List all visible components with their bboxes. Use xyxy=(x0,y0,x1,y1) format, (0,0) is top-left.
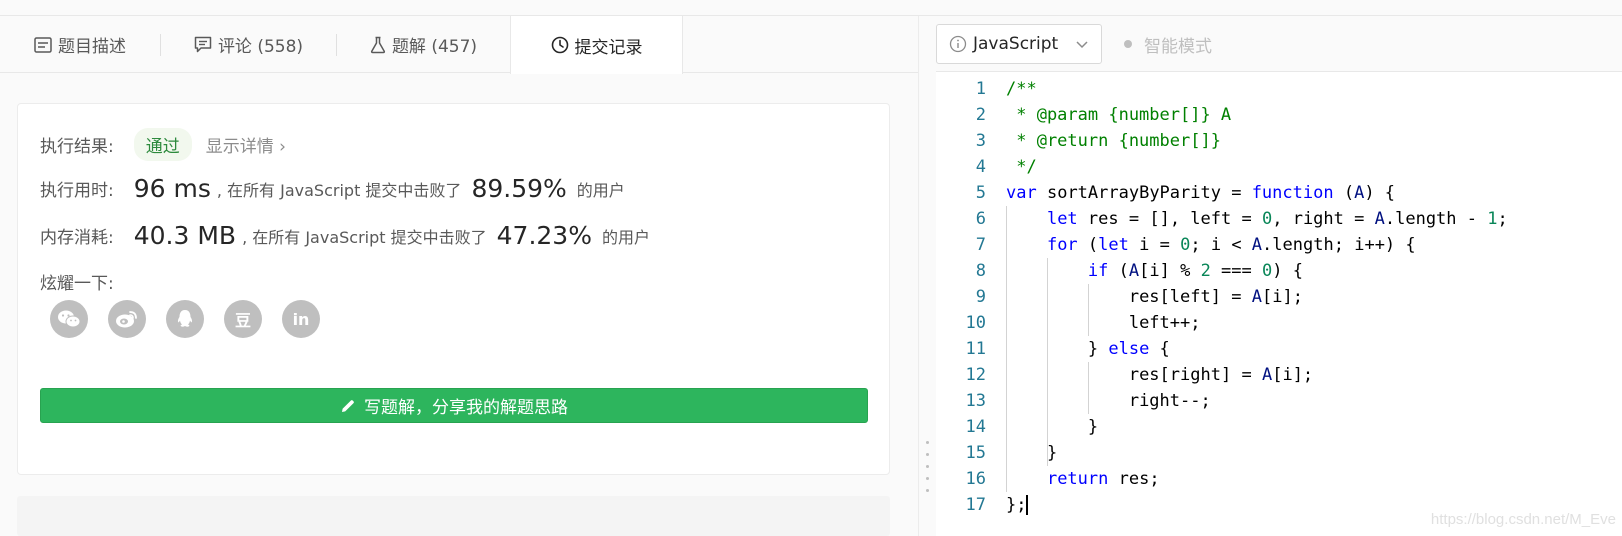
code-editor[interactable]: 1 2 3 4 5 6 7 8 9 10 11 12 13 14 15 16 17 /** * @param {… xyxy=(936,73,1622,536)
line-number: 7 xyxy=(975,235,986,255)
line-number: 3 xyxy=(975,131,986,151)
line-number: 11 xyxy=(965,339,986,359)
code-line: left++; xyxy=(1128,313,1201,333)
line-number: 14 xyxy=(965,417,986,437)
chevron-down-icon xyxy=(1075,37,1089,51)
tab-solutions[interactable]: 题解 (457) xyxy=(337,16,510,73)
smart-mode-label: 智能模式 xyxy=(1144,36,1212,57)
runtime-suffix: 的用户 xyxy=(576,180,625,200)
submission-result-card: 执行结果: 通过 显示详情 › 执行用时: 96 ms , 在所有 JavaSc… xyxy=(17,103,890,475)
language-value: JavaScript xyxy=(973,34,1059,54)
runtime-percent: 89.59% xyxy=(471,174,567,203)
memory-label: 内存消耗: xyxy=(40,228,114,248)
line-number: 5 xyxy=(975,183,986,203)
result-label: 执行结果: xyxy=(40,137,114,157)
left-panel: 题目描述 评论 (558) 题解 (457) 提交记录 执行结果: 通过 显示详… xyxy=(0,16,918,536)
line-number-gutter: 1 2 3 4 5 6 7 8 9 10 11 12 13 14 15 16 17 xyxy=(936,73,996,536)
flask-icon xyxy=(370,36,386,54)
line-number: 10 xyxy=(965,313,986,333)
qq-icon[interactable] xyxy=(166,300,204,338)
line-number: 17 xyxy=(965,495,986,515)
language-select[interactable]: JavaScript xyxy=(936,24,1102,64)
line-number: 1 xyxy=(975,79,986,99)
weibo-icon[interactable] xyxy=(108,300,146,338)
code-line: res[left] = A[i]; xyxy=(1128,287,1303,307)
memory-text: , 在所有 JavaScript 提交中击败了 xyxy=(242,227,487,247)
code-panel: JavaScript 智能模式 1 2 3 4 5 6 7 8 9 10 11 12 13 14 15 16 1… xyxy=(936,16,1622,536)
code-line: } else { xyxy=(1006,339,1170,359)
mode-dot-icon xyxy=(1124,40,1132,48)
runtime-row: 执行用时: 96 ms , 在所有 JavaScript 提交中击败了 89.5… xyxy=(40,174,625,203)
tab-comments-label: 评论 (558) xyxy=(217,37,304,57)
code-line: if (A[i] % 2 === 0) { xyxy=(1087,261,1303,281)
line-number: 15 xyxy=(965,443,986,463)
tab-description-label: 题目描述 xyxy=(58,37,126,57)
memory-value: 40.3 MB xyxy=(133,221,237,250)
memory-suffix: 的用户 xyxy=(601,227,650,247)
douban-icon[interactable]: 豆 xyxy=(224,300,262,338)
line-number: 2 xyxy=(975,105,986,125)
code-line: var sortArrayByParity = function (A) { xyxy=(1006,183,1396,203)
result-row: 执行结果: 通过 显示详情 › xyxy=(40,128,286,161)
code-line: /** xyxy=(1006,79,1037,99)
linkedin-icon-glyph: in xyxy=(292,309,310,329)
drag-dots-icon xyxy=(926,441,929,492)
share-row: 炫耀一下: xyxy=(40,269,114,294)
wechat-icon[interactable] xyxy=(50,300,88,338)
write-solution-label: 写题解，分享我的解题思路 xyxy=(364,398,568,418)
indent-guide xyxy=(1087,362,1089,414)
tab-solutions-label: 题解 (457) xyxy=(391,37,478,57)
runtime-value: 96 ms xyxy=(133,174,211,203)
show-details-link[interactable]: 显示详情 › xyxy=(206,132,286,157)
share-label: 炫耀一下: xyxy=(40,274,114,294)
tab-submissions[interactable]: 提交记录 xyxy=(510,16,683,74)
code-line: } xyxy=(1006,443,1058,463)
runtime-text: , 在所有 JavaScript 提交中击败了 xyxy=(216,180,462,200)
tab-submissions-label: 提交记录 xyxy=(574,37,643,58)
code-line: let res = [], left = 0, right = A.length… xyxy=(1046,209,1508,229)
watermark: https://blog.csdn.net/M_Eve xyxy=(1430,511,1616,528)
line-number: 13 xyxy=(965,391,986,411)
code-line: }; xyxy=(1006,495,1029,515)
tab-comments[interactable]: 评论 (558) xyxy=(161,16,336,73)
line-number: 9 xyxy=(975,287,986,307)
info-icon xyxy=(949,35,967,53)
code-line: */ xyxy=(1006,157,1037,177)
code-line: res[right] = A[i]; xyxy=(1128,365,1314,385)
text-cursor xyxy=(1026,495,1029,515)
memory-percent: 47.23% xyxy=(496,221,592,250)
line-number: 6 xyxy=(975,209,986,229)
top-bar xyxy=(0,0,1622,16)
indent-guide xyxy=(1046,258,1048,466)
indent-guide xyxy=(1006,206,1007,492)
next-card-strip xyxy=(17,496,890,536)
write-solution-button[interactable]: 写题解，分享我的解题思路 xyxy=(40,388,868,423)
memory-row: 内存消耗: 40.3 MB , 在所有 JavaScript 提交中击败了 47… xyxy=(40,221,650,250)
panel-resize-handle[interactable] xyxy=(918,16,936,536)
line-number: 8 xyxy=(975,261,986,281)
clock-icon xyxy=(551,36,569,54)
pencil-icon xyxy=(340,398,356,414)
code-line: * @param {number[]} A xyxy=(1006,105,1232,125)
code-line: } xyxy=(1006,417,1099,437)
line-number: 16 xyxy=(965,469,986,489)
tab-description[interactable]: 题目描述 xyxy=(0,16,160,73)
linkedin-icon[interactable]: in xyxy=(282,300,320,338)
status-badge: 通过 xyxy=(133,128,192,161)
runtime-label: 执行用时: xyxy=(40,181,114,201)
indent-guide xyxy=(1087,284,1089,336)
tab-bar: 题目描述 评论 (558) 题解 (457) 提交记录 xyxy=(0,16,918,74)
code-line: for (let i = 0; i < A.length; i++) { xyxy=(1046,235,1416,255)
line-number: 4 xyxy=(975,157,986,177)
editor-toolbar: JavaScript 智能模式 xyxy=(936,16,1622,72)
code-line: * @return {number[]} xyxy=(1006,131,1221,151)
line-number: 12 xyxy=(965,365,986,385)
douban-icon-glyph: 豆 xyxy=(234,311,251,330)
description-icon xyxy=(34,36,52,53)
code-line: right--; xyxy=(1128,391,1211,411)
code-line: return res; xyxy=(1046,469,1160,489)
comment-icon xyxy=(194,36,212,53)
smart-mode-toggle[interactable]: 智能模式 xyxy=(1124,24,1212,64)
